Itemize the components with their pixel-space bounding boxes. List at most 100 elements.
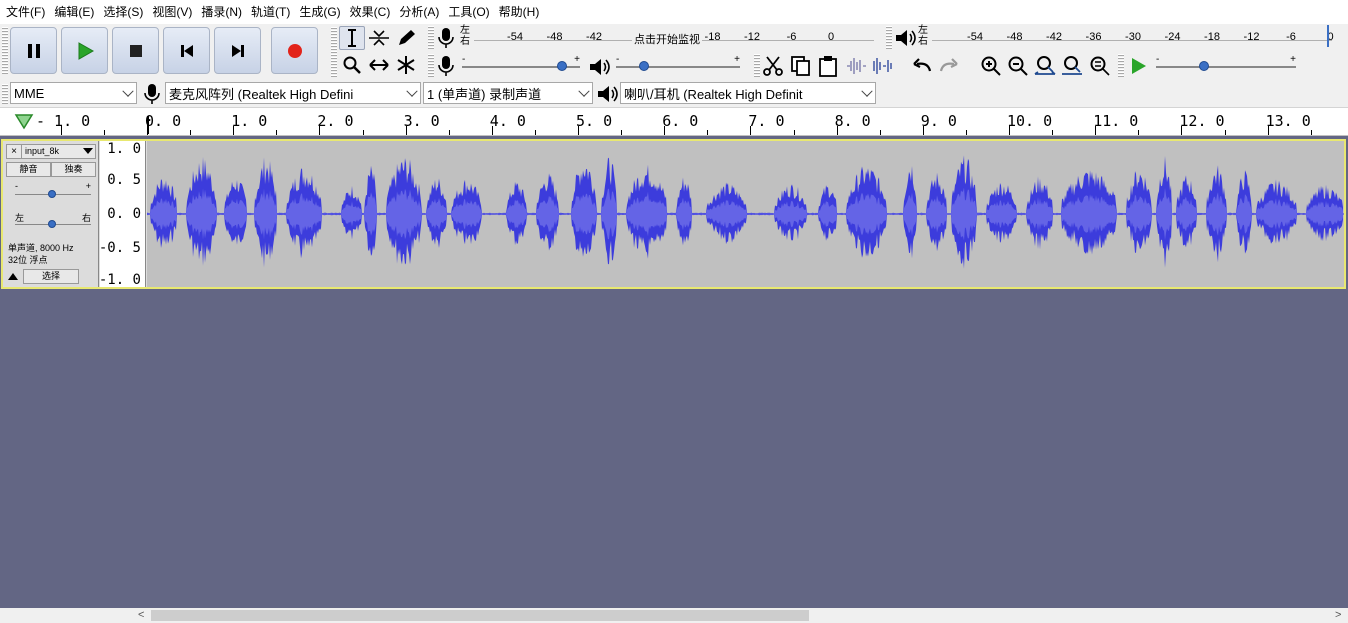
track-name: input_8k bbox=[25, 146, 60, 156]
mute-button[interactable]: 静音 bbox=[6, 162, 51, 177]
select-track-button[interactable]: 选择 bbox=[23, 269, 79, 284]
zoom-fit-icon bbox=[1062, 56, 1082, 75]
playback-meter[interactable]: 左右 -54 -48 -42 -36 -30 -24 -18 -12 -6 0 bbox=[892, 25, 1338, 51]
amplitude-label: 1. 0 bbox=[107, 141, 141, 157]
recording-channels-select[interactable]: 1 (单声道) 录制声道 bbox=[423, 82, 593, 104]
scroll-right-arrow[interactable]: > bbox=[1335, 609, 1341, 621]
fit-selection-button[interactable] bbox=[1032, 53, 1058, 79]
zoom-tool[interactable] bbox=[339, 53, 365, 77]
audio-host-select[interactable]: MME bbox=[10, 82, 137, 104]
selection-tool[interactable] bbox=[339, 26, 365, 50]
ruler-tick bbox=[879, 130, 881, 135]
ruler-label: 7. 0 bbox=[748, 112, 785, 130]
slider-knob[interactable] bbox=[48, 220, 56, 228]
ruler-tick bbox=[190, 130, 192, 135]
menu-item[interactable]: 工具(O) bbox=[446, 0, 496, 24]
menu-item[interactable]: 编辑(E) bbox=[52, 0, 101, 24]
skip-to-start-button[interactable] bbox=[163, 27, 210, 74]
slider-knob[interactable] bbox=[638, 61, 649, 71]
record-volume-slider[interactable]: - + bbox=[462, 54, 580, 76]
slider-knob[interactable] bbox=[557, 61, 568, 71]
slider-knob[interactable] bbox=[48, 190, 56, 198]
pause-button[interactable] bbox=[10, 27, 57, 74]
menu-item[interactable]: 轨道(T) bbox=[249, 0, 297, 24]
horizontal-scrollbar[interactable]: < > bbox=[0, 608, 1348, 623]
redo-button[interactable] bbox=[936, 53, 962, 79]
track-menu-dropdown-icon[interactable] bbox=[83, 148, 93, 154]
ruler-tick bbox=[103, 130, 105, 135]
scrollbar-thumb[interactable] bbox=[151, 610, 809, 621]
waveform-display[interactable] bbox=[147, 141, 1344, 287]
toolbar-grip[interactable] bbox=[2, 27, 8, 75]
toolbar-grip[interactable] bbox=[428, 54, 434, 78]
slider-knob[interactable] bbox=[1198, 61, 1209, 71]
fit-project-button[interactable] bbox=[1059, 53, 1085, 79]
silence-button[interactable] bbox=[870, 53, 896, 79]
close-track-button[interactable]: × bbox=[7, 145, 22, 158]
menu-item[interactable]: 播录(N) bbox=[199, 0, 249, 24]
menu-item[interactable]: 选择(S) bbox=[101, 0, 150, 24]
ruler-label: 12. 0 bbox=[1179, 112, 1225, 130]
play-head-toggle-icon[interactable] bbox=[14, 112, 34, 130]
menu-item[interactable]: 分析(A) bbox=[397, 0, 446, 24]
time-shift-tool[interactable] bbox=[366, 53, 392, 77]
draw-tool[interactable] bbox=[393, 26, 419, 50]
menu-item[interactable]: 生成(G) bbox=[297, 0, 347, 24]
ruler-tick bbox=[836, 126, 838, 135]
microphone-icon bbox=[438, 56, 454, 76]
menu-item[interactable]: 效果(C) bbox=[348, 0, 398, 24]
track-panel[interactable]: × input_8k 静音 独奏 - + 左右 单声道, 8000 Hz 32位 … bbox=[0, 136, 1348, 608]
cut-button[interactable] bbox=[760, 53, 786, 79]
playback-volume-slider[interactable]: - + bbox=[616, 54, 740, 76]
stop-button[interactable] bbox=[112, 27, 159, 74]
audio-track[interactable]: × input_8k 静音 独奏 - + 左右 单声道, 8000 Hz 32位 … bbox=[1, 139, 1346, 289]
zoom-out-button[interactable] bbox=[1005, 53, 1031, 79]
toolbar-grip[interactable] bbox=[2, 84, 8, 104]
silence-audio-icon bbox=[873, 58, 892, 74]
play-at-speed-button[interactable] bbox=[1125, 53, 1151, 79]
envelope-tool[interactable] bbox=[366, 26, 392, 50]
record-meter[interactable]: 左右 -54-48-42-4-18-12-60点击开始监视 bbox=[434, 25, 880, 51]
track-name-menu[interactable]: × input_8k bbox=[6, 144, 96, 159]
gain-slider[interactable]: - + bbox=[15, 181, 91, 203]
meter-monitor-message[interactable]: 点击开始监视 bbox=[632, 31, 702, 47]
pan-slider[interactable]: 左右 bbox=[15, 213, 91, 233]
play-button[interactable] bbox=[61, 27, 108, 74]
scroll-left-arrow[interactable]: < bbox=[138, 609, 144, 621]
toolbar-grip[interactable] bbox=[331, 27, 337, 77]
meter-tick-label: -54 bbox=[967, 31, 983, 43]
ruler-tick bbox=[1095, 126, 1097, 135]
record-meter-scale: -54-48-42-4-18-12-60点击开始监视 bbox=[474, 25, 874, 51]
skip-end-icon bbox=[231, 44, 244, 57]
solo-button[interactable]: 独奏 bbox=[51, 162, 96, 177]
amplitude-label: 0. 5 bbox=[107, 172, 141, 188]
ruler-label: 3. 0 bbox=[403, 112, 440, 130]
multi-tool[interactable] bbox=[393, 53, 419, 77]
record-button[interactable] bbox=[271, 27, 318, 74]
playback-device-select[interactable]: 喇叭/耳机 (Realtek High Definit bbox=[620, 82, 876, 104]
ruler-tick bbox=[1138, 130, 1140, 135]
ruler-tick bbox=[147, 126, 148, 135]
menu-item[interactable]: 帮助(H) bbox=[497, 0, 547, 24]
toolbar-grip[interactable] bbox=[1118, 54, 1124, 78]
recording-device-select[interactable]: 麦克风阵列 (Realtek High Defini bbox=[165, 82, 421, 104]
trim-button[interactable] bbox=[843, 53, 869, 79]
zoom-in-button[interactable] bbox=[978, 53, 1004, 79]
skip-to-end-button[interactable] bbox=[214, 27, 261, 74]
menu-item[interactable]: 视图(V) bbox=[150, 0, 199, 24]
paste-button[interactable] bbox=[815, 53, 841, 79]
menu-item[interactable]: 文件(F) bbox=[4, 0, 52, 24]
channel-labels: 左右 bbox=[460, 25, 470, 47]
timeline-ruler[interactable]: - 1. 0 0. 0 1. 0 2. 0 3. 0 4. 0 5. 0 6. 0 7. 0 8.… bbox=[0, 108, 1348, 136]
zoom-selection-icon bbox=[1034, 56, 1056, 75]
playback-meter-scale: -54 -48 -42 -36 -30 -24 -18 -12 -6 0 bbox=[932, 25, 1334, 51]
playback-speed-slider[interactable]: - + bbox=[1156, 54, 1296, 76]
undo-button[interactable] bbox=[909, 53, 935, 79]
copy-button[interactable] bbox=[788, 53, 814, 79]
ruler-label: 8. 0 bbox=[834, 112, 871, 130]
vertical-amplitude-ruler[interactable]: 1. 0 0. 5 0. 0 -0. 5 -1. 0 bbox=[99, 141, 146, 288]
ruler-tick bbox=[1224, 130, 1226, 135]
collapse-track-icon[interactable] bbox=[8, 273, 18, 280]
zoom-toggle-button[interactable] bbox=[1087, 53, 1113, 79]
ruler-tick bbox=[578, 126, 579, 135]
